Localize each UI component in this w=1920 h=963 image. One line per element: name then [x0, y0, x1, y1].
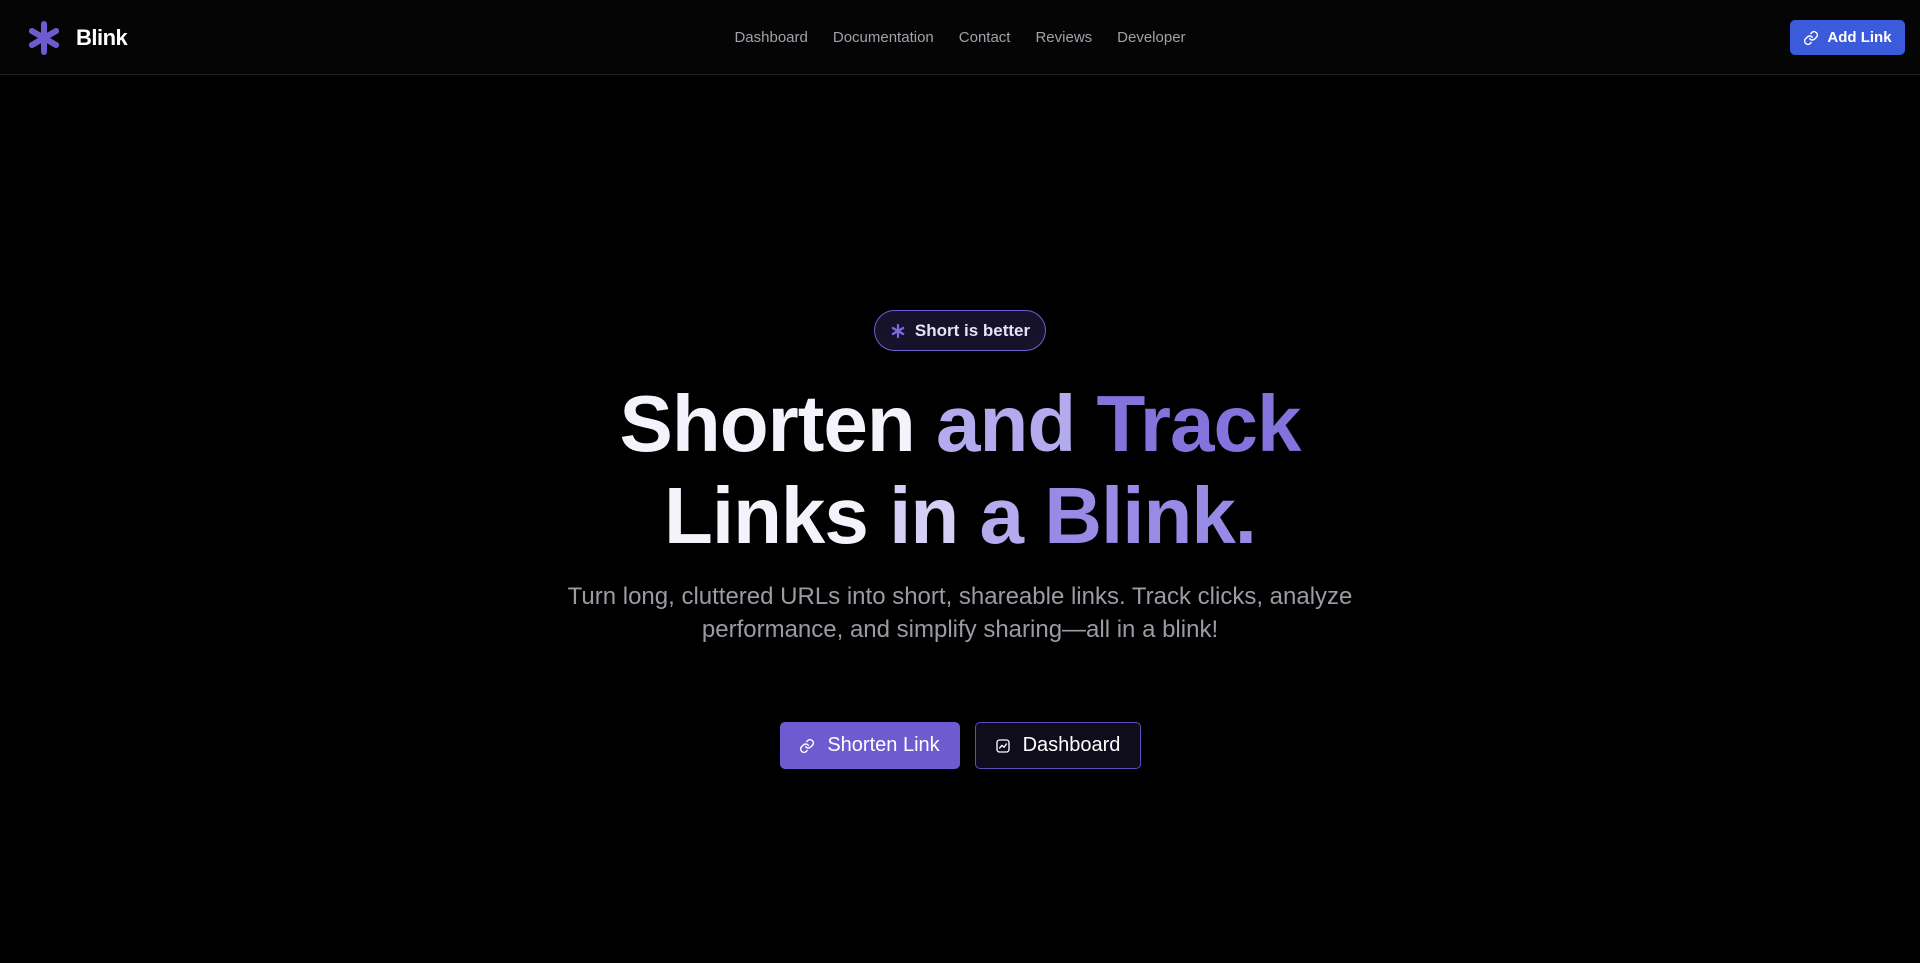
headline-word: Links: [663, 471, 869, 560]
nav-item-dashboard[interactable]: Dashboard: [734, 29, 807, 46]
headline-line-1: Shorten and Track: [0, 378, 1920, 470]
badge-label: Short is better: [914, 320, 1031, 340]
brand-name: Blink: [76, 25, 128, 50]
landing-page: Blink Dashboard Documentation Contact Re…: [0, 0, 1920, 963]
headline-word: a: [979, 471, 1023, 560]
hero-subtitle: Turn long, cluttered URLs into short, sh…: [510, 580, 1410, 646]
nav-item-reviews[interactable]: Reviews: [1035, 29, 1092, 46]
asterisk-icon: [891, 323, 905, 338]
dashboard-label: Dashboard: [1022, 734, 1121, 756]
hero-actions: Shorten Link Dashboard: [0, 722, 1920, 770]
add-link-button[interactable]: Add Link: [1790, 20, 1905, 55]
brand[interactable]: Blink: [26, 19, 128, 57]
hero-headline: Shorten and Track Links in a Blink.: [0, 378, 1920, 562]
chart-icon: [995, 738, 1010, 753]
subtitle-line-2: performance, and simplify sharing—all in…: [701, 616, 1219, 643]
site-header: Blink Dashboard Documentation Contact Re…: [0, 0, 1920, 75]
asterisk-logo-icon: [28, 21, 60, 55]
headline-word: in: [889, 471, 959, 560]
headline-word: Shorten: [619, 379, 916, 468]
dashboard-button[interactable]: Dashboard: [974, 722, 1141, 769]
main-nav: Dashboard Documentation Contact Reviews …: [0, 0, 1920, 75]
nav-item-contact[interactable]: Contact: [959, 29, 1011, 46]
subtitle-line-1: Turn long, cluttered URLs into short, sh…: [567, 583, 1353, 610]
link-icon: [1804, 30, 1819, 45]
headline-word: and: [935, 379, 1076, 468]
headline-line-2: Links in a Blink.: [0, 470, 1920, 562]
shorten-link-button[interactable]: Shorten Link: [779, 722, 960, 769]
shorten-link-label: Shorten Link: [827, 734, 940, 756]
link-icon: [800, 738, 815, 753]
nav-item-documentation[interactable]: Documentation: [833, 29, 934, 46]
headline-word: Blink.: [1044, 471, 1257, 560]
nav-item-developer[interactable]: Developer: [1117, 29, 1185, 46]
tagline-badge: Short is better: [874, 310, 1046, 351]
add-link-label: Add Link: [1827, 29, 1892, 46]
headline-word: Track: [1096, 379, 1301, 468]
